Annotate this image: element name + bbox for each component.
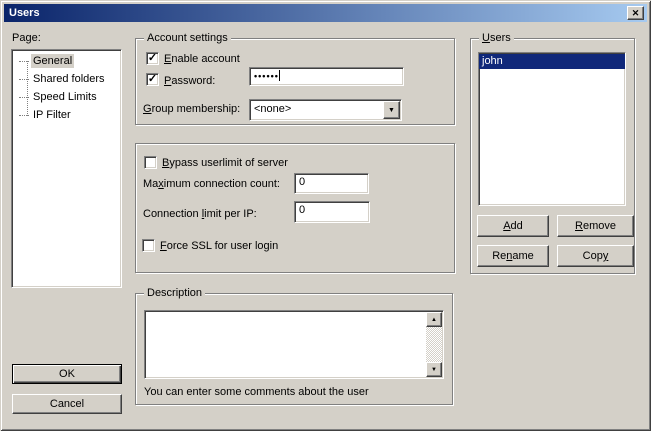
- description-title: Description: [144, 287, 205, 299]
- password-checkbox[interactable]: ✓: [146, 73, 159, 86]
- list-item-john[interactable]: john: [479, 54, 625, 69]
- scroll-up-icon: ▲: [431, 317, 437, 323]
- tree-item-general[interactable]: General: [14, 52, 119, 70]
- group-membership-select[interactable]: <none> ▼: [249, 99, 402, 121]
- tree-item-ip-filter[interactable]: IP Filter: [14, 106, 119, 124]
- force-ssl-label: Force SSL for user login: [160, 240, 278, 252]
- titlebar: Users ✕: [4, 4, 647, 22]
- account-settings-title: Account settings: [144, 32, 231, 44]
- rename-button[interactable]: Rename: [477, 245, 549, 267]
- bypass-userlimit-checkbox[interactable]: [144, 156, 157, 169]
- max-connections-label: Maximum connection count:: [143, 178, 280, 190]
- cancel-button[interactable]: Cancel: [12, 394, 122, 414]
- scrollbar-track[interactable]: [426, 327, 442, 362]
- close-icon: ✕: [632, 9, 640, 18]
- connection-limits-group: Bypass userlimit of server Maximum conne…: [135, 143, 455, 273]
- max-connections-input[interactable]: 0: [294, 173, 369, 194]
- bypass-userlimit-label: Bypass userlimit of server: [162, 157, 288, 169]
- description-hint: You can enter some comments about the us…: [144, 386, 369, 398]
- scroll-down-icon: ▼: [431, 367, 437, 373]
- users-listbox[interactable]: john: [478, 52, 626, 206]
- ok-button[interactable]: OK: [12, 364, 122, 384]
- description-group: Description ▲ ▼ You can enter some comme…: [135, 293, 453, 405]
- tree-item-label: General: [31, 54, 74, 68]
- remove-button[interactable]: Remove: [557, 215, 634, 237]
- scroll-up-button[interactable]: ▲: [426, 312, 442, 327]
- description-text: [148, 313, 423, 376]
- check-icon: ✓: [148, 54, 157, 63]
- users-dialog: Users ✕ Page: General Shared folders Spe…: [0, 0, 651, 431]
- tree-item-shared-folders[interactable]: Shared folders: [14, 70, 119, 88]
- description-scrollbar[interactable]: ▲ ▼: [426, 312, 442, 377]
- group-membership-value: <none>: [254, 103, 291, 115]
- conn-per-ip-input[interactable]: 0: [294, 201, 370, 223]
- tree-item-label: Speed Limits: [31, 90, 99, 104]
- enable-account-checkbox[interactable]: ✓: [146, 52, 159, 65]
- group-membership-label: Group membership:: [143, 103, 240, 115]
- tree-item-label: IP Filter: [31, 108, 73, 122]
- tree-item-label: Shared folders: [31, 72, 107, 86]
- page-tree[interactable]: General Shared folders Speed Limits IP F…: [11, 49, 122, 288]
- page-label: Page:: [12, 32, 41, 44]
- conn-per-ip-label: Connection limit per IP:: [143, 208, 257, 220]
- password-input[interactable]: ••••••: [249, 67, 404, 86]
- account-settings-group: Account settings ✓ Enable account ✓ Pass…: [135, 38, 455, 125]
- password-label: Password:: [164, 75, 215, 87]
- check-icon: ✓: [148, 75, 157, 84]
- enable-account-label: Enable account: [164, 53, 240, 65]
- combo-dropdown-button[interactable]: ▼: [383, 101, 400, 119]
- text-cursor: [279, 70, 280, 81]
- window-title: Users: [9, 7, 40, 19]
- chevron-down-icon: ▼: [388, 107, 395, 114]
- copy-button[interactable]: Copy: [557, 245, 634, 267]
- description-input[interactable]: ▲ ▼: [144, 310, 444, 379]
- users-group: Users john Add Remove Rename Copy: [470, 38, 635, 274]
- force-ssl-checkbox[interactable]: [142, 239, 155, 252]
- add-button[interactable]: Add: [477, 215, 549, 237]
- scroll-down-button[interactable]: ▼: [426, 362, 442, 377]
- close-button[interactable]: ✕: [627, 6, 644, 20]
- users-group-title: Users: [479, 32, 514, 44]
- tree-item-speed-limits[interactable]: Speed Limits: [14, 88, 119, 106]
